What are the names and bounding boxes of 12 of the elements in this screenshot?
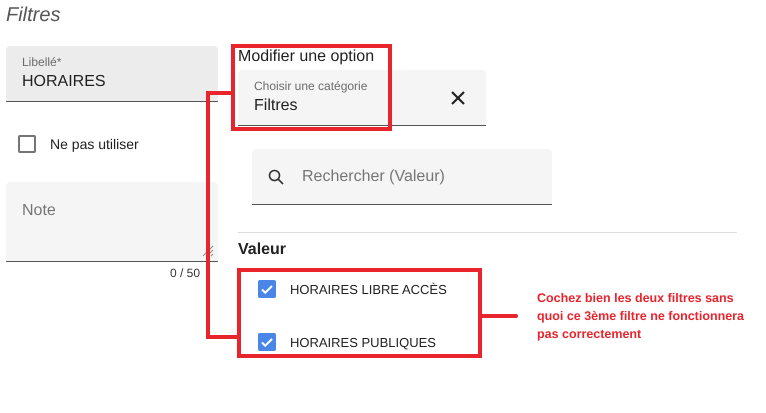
category-select[interactable]: Choisir une catégorie Filtres [238, 70, 486, 126]
checkbox-label: HORAIRES LIBRE ACCÈS [290, 282, 447, 296]
section-heading: Modifier une option [238, 47, 376, 67]
checkbox-label: HORAIRES PUBLIQUES [290, 334, 436, 350]
note-field[interactable]: Note [6, 182, 218, 262]
character-counter: 0 / 50 [170, 266, 200, 280]
search-field[interactable]: Rechercher (Valeur) [252, 149, 552, 205]
annotation-text: Cochez bien les deux filtres sans quoi ce 3ème filtre ne fonctionnera pas correctement [537, 290, 745, 343]
libelle-field[interactable]: Libellé* HORAIRES [6, 46, 218, 102]
checkbox-label: Ne pas utiliser [50, 136, 139, 152]
section-heading: Valeur [238, 240, 288, 260]
page-title: Filtres [6, 3, 62, 28]
